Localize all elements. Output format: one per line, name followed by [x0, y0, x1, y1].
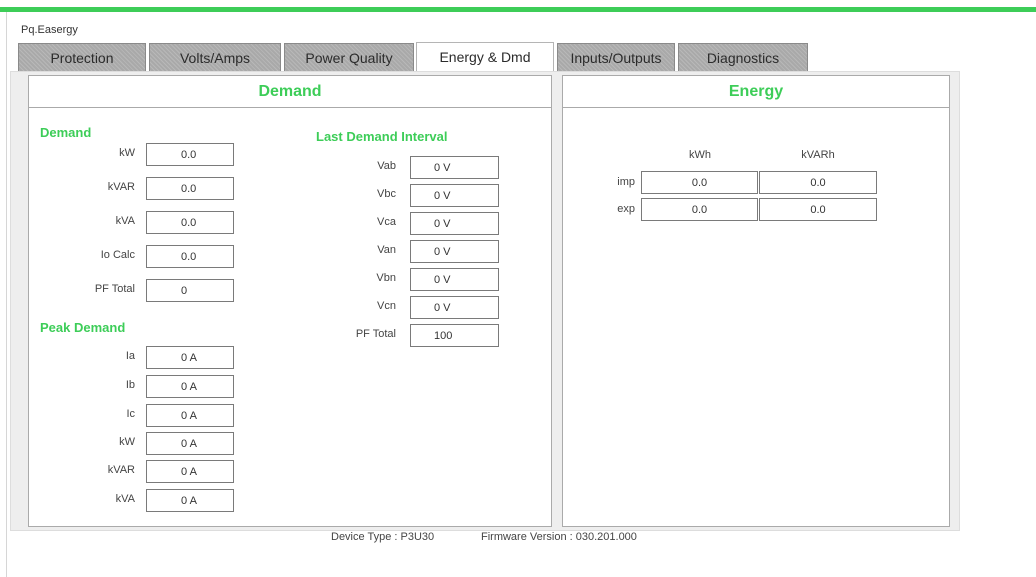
left-border-line — [6, 12, 7, 577]
energy-exp-kwh-field[interactable]: 0.0 — [641, 198, 758, 221]
demand-io-calc-field[interactable]: 0.0 — [146, 245, 234, 268]
demand-kw-field[interactable]: 0.0 — [146, 143, 234, 166]
energy-panel: Energy kWh kVARh imp 0.0 0.0 exp 0.0 0.0 — [562, 75, 950, 527]
tab-protection[interactable]: Protection — [18, 43, 146, 71]
demand-kvar-label: kVAR — [107, 181, 135, 193]
demand-pf-total-label: PF Total — [94, 283, 135, 295]
tab-power-quality[interactable]: Power Quality — [284, 43, 414, 71]
last-vab-field[interactable]: 0 V — [410, 156, 499, 179]
tab-volts-amps[interactable]: Volts/Amps — [149, 43, 281, 71]
energy-col-kvarh: kVARh — [801, 149, 835, 161]
peak-ib-label: Ib — [125, 379, 135, 391]
last-vca-label: Vca — [377, 216, 396, 228]
device-type-text: Device Type : P3U30 — [331, 531, 435, 543]
peak-ia-label: Ia — [125, 350, 135, 362]
demand-panel-title: Demand — [29, 76, 551, 108]
last-pf-total-field[interactable]: 100 — [410, 324, 499, 347]
demand-section-heading: Demand — [40, 125, 92, 140]
last-vab-label: Vab — [377, 160, 396, 172]
demand-kva-label: kVA — [115, 215, 135, 227]
energy-col-kwh: kWh — [689, 149, 711, 161]
last-vbn-field[interactable]: 0 V — [410, 268, 499, 291]
peak-ic-field[interactable]: 0 A — [146, 404, 234, 427]
last-vbc-field[interactable]: 0 V — [410, 184, 499, 207]
peak-demand-section-heading: Peak Demand — [40, 320, 126, 335]
tab-diagnostics[interactable]: Diagnostics — [678, 43, 808, 71]
energy-imp-label: imp — [617, 176, 635, 188]
last-van-field[interactable]: 0 V — [410, 240, 499, 263]
firmware-version-text: Firmware Version : 030.201.000 — [481, 531, 637, 543]
last-demand-interval-heading: Last Demand Interval — [316, 129, 448, 144]
peak-ib-field[interactable]: 0 A — [146, 375, 234, 398]
content-area: Demand Demand kW 0.0 kVAR 0.0 kVA 0.0 Io… — [10, 71, 960, 531]
last-vcn-field[interactable]: 0 V — [410, 296, 499, 319]
peak-kw-label: kW — [119, 436, 135, 448]
tab-energy-dmd[interactable]: Energy & Dmd — [416, 42, 554, 71]
last-pf-total-label: PF Total — [355, 328, 396, 340]
demand-kvar-field[interactable]: 0.0 — [146, 177, 234, 200]
energy-imp-kvarh-field[interactable]: 0.0 — [759, 171, 877, 194]
top-accent-bar — [0, 7, 1036, 12]
demand-pf-total-field[interactable]: 0 — [146, 279, 234, 302]
last-vca-field[interactable]: 0 V — [410, 212, 499, 235]
demand-panel: Demand Demand kW 0.0 kVAR 0.0 kVA 0.0 Io… — [28, 75, 552, 527]
energy-panel-title: Energy — [563, 76, 949, 108]
energy-exp-label: exp — [617, 203, 635, 215]
peak-kvar-field[interactable]: 0 A — [146, 460, 234, 483]
demand-kva-field[interactable]: 0.0 — [146, 211, 234, 234]
demand-io-calc-label: Io Calc — [100, 249, 135, 261]
last-van-label: Van — [377, 244, 396, 256]
peak-kvar-label: kVAR — [107, 464, 135, 476]
peak-kva-field[interactable]: 0 A — [146, 489, 234, 512]
last-vbn-label: Vbn — [376, 272, 396, 284]
peak-ic-label: Ic — [126, 408, 135, 420]
energy-exp-kvarh-field[interactable]: 0.0 — [759, 198, 877, 221]
tab-inputs-outputs[interactable]: Inputs/Outputs — [557, 43, 675, 71]
peak-kw-field[interactable]: 0 A — [146, 432, 234, 455]
last-vbc-label: Vbc — [377, 188, 396, 200]
peak-ia-field[interactable]: 0 A — [146, 346, 234, 369]
app-title: Pq.Easergy — [21, 24, 78, 36]
demand-kw-label: kW — [119, 147, 135, 159]
energy-imp-kwh-field[interactable]: 0.0 — [641, 171, 758, 194]
last-vcn-label: Vcn — [377, 300, 396, 312]
peak-kva-label: kVA — [115, 493, 135, 505]
